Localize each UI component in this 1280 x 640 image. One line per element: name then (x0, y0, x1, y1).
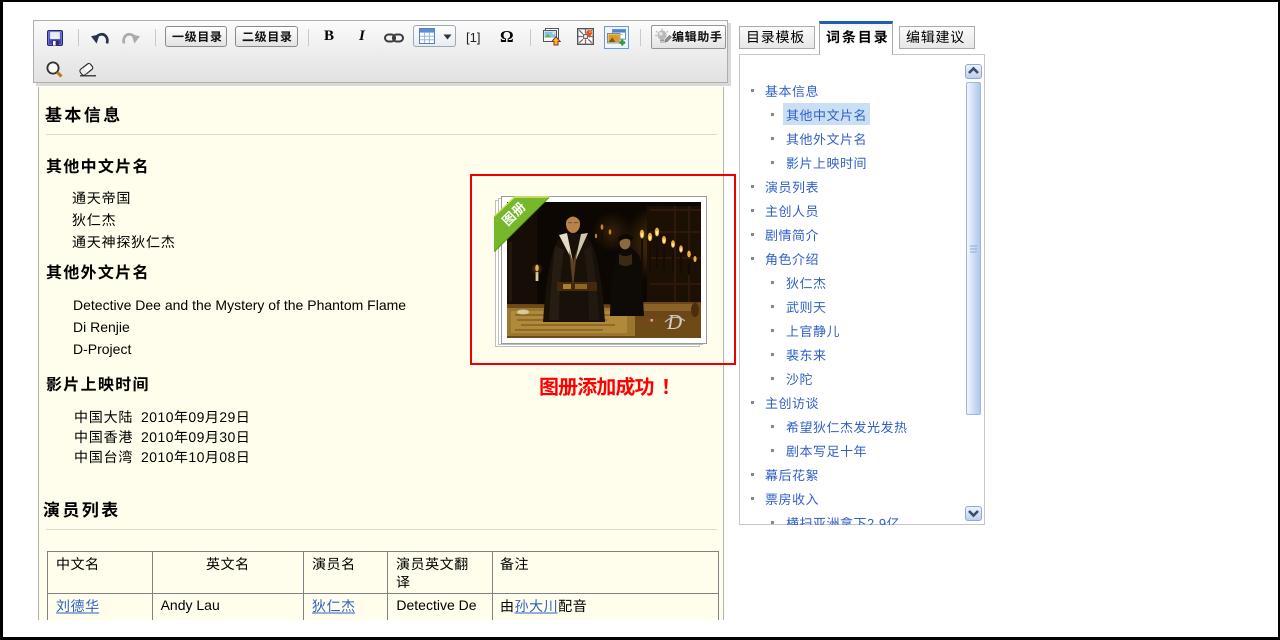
svg-text:D: D (666, 310, 682, 334)
